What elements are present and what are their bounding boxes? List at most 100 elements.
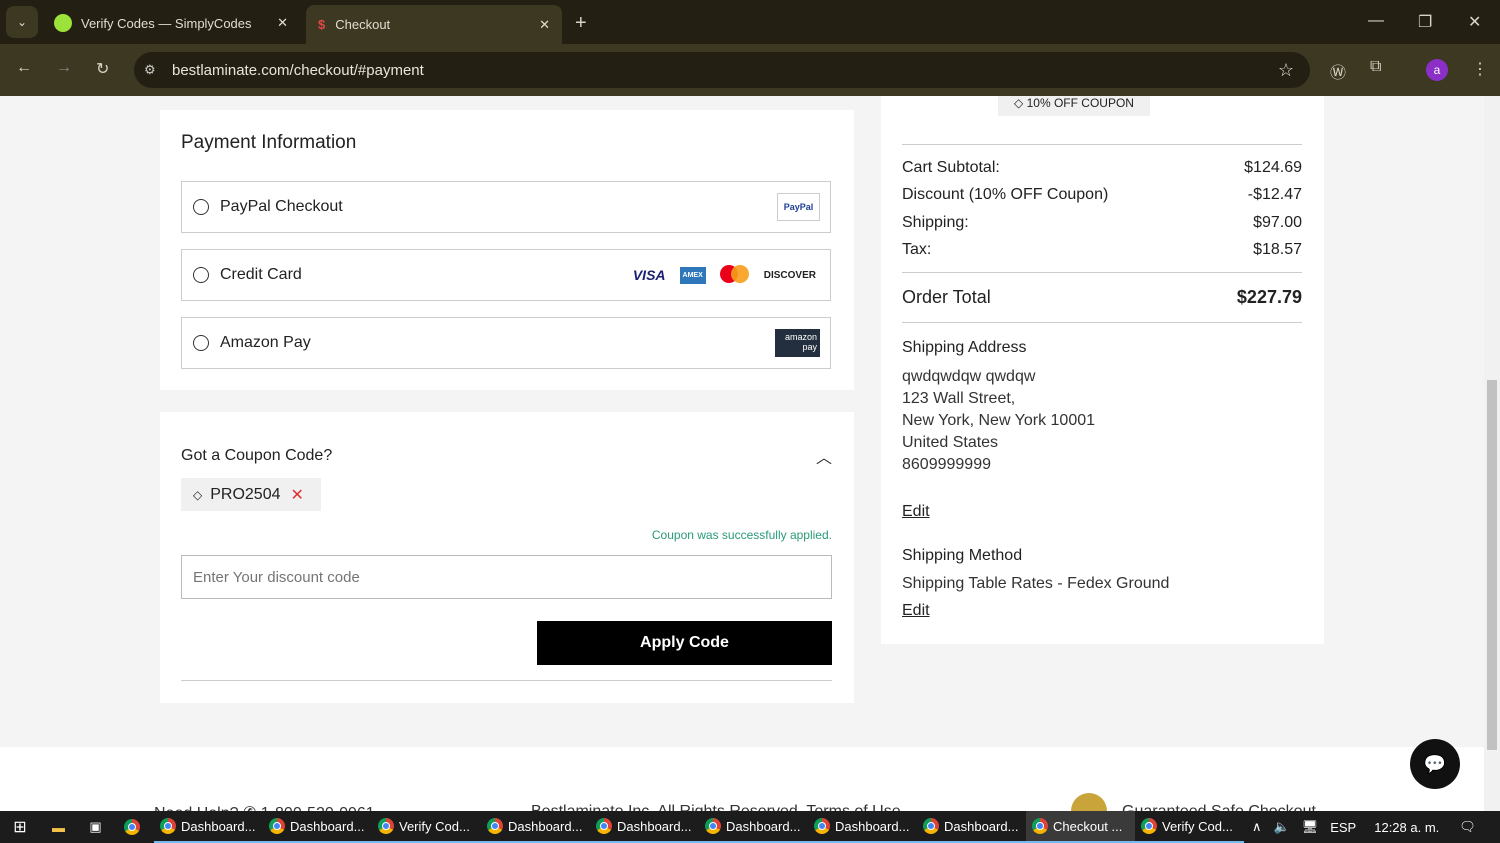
applied-coupon-chip: ◇ PRO2504 ✕	[181, 478, 321, 511]
footer: Need Help? ✆ 1-800-520-0961 Bestlaminate…	[0, 747, 1484, 811]
order-total-row: Order Total $227.79	[902, 287, 1302, 307]
network-icon[interactable]: 🖥	[1302, 819, 1319, 835]
summary-row: Discount (10% OFF Coupon) -$12.47	[902, 186, 1302, 203]
taskbar-item[interactable]: Dashboard...	[154, 811, 263, 843]
taskbar-item[interactable]: Dashboard...	[590, 811, 699, 843]
summary-row: Cart Subtotal: $124.69	[902, 159, 1302, 176]
minimize-icon[interactable]: —	[1368, 12, 1384, 30]
apply-code-button[interactable]: Apply Code	[537, 621, 832, 665]
tab-checkout[interactable]: $ Checkout ✕	[306, 5, 562, 44]
divider	[902, 272, 1302, 273]
scrollbar[interactable]	[1484, 96, 1500, 811]
close-window-icon[interactable]: ✕	[1468, 12, 1481, 32]
edit-shipping-link[interactable]: Edit	[902, 602, 930, 620]
remove-coupon-icon[interactable]: ✕	[291, 485, 304, 505]
file-explorer-icon[interactable]: ▬	[40, 820, 77, 835]
shipping-address: qwdqwdqw qwdqw 123 Wall Street, New York, …	[902, 368, 1096, 473]
new-tab-icon[interactable]: +	[575, 12, 587, 35]
amazon-pay-radio[interactable]	[193, 335, 209, 351]
coupon-badge: ◇ 10% OFF COUPON	[998, 96, 1150, 116]
paypal-option[interactable]: PayPal Checkout PayPal	[181, 181, 831, 233]
option-label: Amazon Pay	[220, 334, 311, 351]
footer-safe-checkout: Guaranteed Safe Checkout	[1122, 803, 1316, 811]
shipping-method: Shipping Table Rates - Fedex Ground	[902, 575, 1170, 592]
tab-strip: ⌄ Verify Codes — SimplyCodes ✕ $ Checkou…	[0, 0, 1500, 44]
option-label: PayPal Checkout	[220, 198, 343, 215]
taskbar-item[interactable]: Dashboard...	[263, 811, 372, 843]
amazon-pay-logo-icon: amazon pay	[775, 329, 820, 357]
coupon-title[interactable]: Got a Coupon Code?	[181, 447, 332, 465]
order-summary: ◇ 10% OFF COUPON Cart Subtotal: $124.69 D…	[881, 96, 1324, 644]
visa-logo-icon: VISA	[632, 267, 666, 283]
applied-coupon-code: PRO2504	[210, 485, 281, 503]
forward-icon[interactable]: →	[56, 59, 72, 77]
taskbar-item-active[interactable]: Checkout ...	[1026, 811, 1135, 843]
amex-logo-icon: AMEX	[679, 266, 706, 284]
divider	[902, 322, 1302, 323]
tab-title: Verify Codes — SimplyCodes	[81, 15, 252, 31]
tab-title: Checkout	[335, 17, 391, 32]
menu-icon[interactable]: ⋮	[1472, 59, 1488, 79]
url-text: bestlaminate.com/checkout/#payment	[172, 61, 424, 79]
store-icon[interactable]: ▣	[77, 819, 114, 835]
credit-card-option[interactable]: Credit Card VISA AMEX DISCOVER	[181, 249, 831, 301]
taskbar: ⊞ ▬ ▣ Dashboard... Dashboard... Verify C…	[0, 811, 1500, 843]
edit-address-link[interactable]: Edit	[902, 503, 930, 521]
footer-help[interactable]: Need Help? ✆ 1-800-520-0961	[154, 803, 375, 811]
credit-card-radio[interactable]	[193, 267, 209, 283]
payment-title: Payment Information	[181, 132, 357, 153]
tab-verify-codes[interactable]: Verify Codes — SimplyCodes ✕	[42, 6, 300, 40]
footer-rights: Bestlaminate Inc. All Rights Reserved. T…	[531, 803, 901, 811]
divider	[902, 144, 1302, 145]
taskbar-item[interactable]: Verify Cod...	[1135, 811, 1244, 843]
taskbar-item[interactable]: Dashboard...	[481, 811, 590, 843]
chrome-icon[interactable]	[114, 819, 154, 835]
volume-icon[interactable]: 🔈	[1274, 819, 1290, 835]
browser-toolbar: ← → ↻ ⚙ bestlaminate.com/checkout/#payme…	[0, 44, 1500, 96]
bookmark-star-icon[interactable]: ☆	[1278, 60, 1294, 81]
taskbar-item[interactable]: Dashboard...	[808, 811, 917, 843]
taskbar-item[interactable]: Verify Cod...	[372, 811, 481, 843]
address-bar[interactable]: ⚙ bestlaminate.com/checkout/#payment ☆	[134, 52, 1310, 88]
divider	[181, 680, 832, 681]
amazon-pay-option[interactable]: Amazon Pay amazon pay	[181, 317, 831, 369]
site-favicon-icon: $	[318, 17, 326, 32]
scrollbar-thumb[interactable]	[1487, 380, 1497, 750]
restore-icon[interactable]: ❐	[1418, 12, 1432, 32]
collapse-chevron-icon[interactable]: ︿	[816, 444, 832, 468]
tag-icon: ◇	[1014, 96, 1027, 110]
tag-icon: ◇	[193, 487, 203, 502]
tab-search-button[interactable]: ⌄	[6, 6, 38, 38]
simplycodes-icon	[54, 14, 72, 32]
site-info-icon[interactable]: ⚙	[144, 62, 156, 78]
close-tab-icon[interactable]: ✕	[277, 15, 288, 31]
summary-row: Tax: $18.57	[902, 241, 1302, 258]
paypal-logo-icon: PayPal	[777, 193, 820, 221]
extension-w-icon[interactable]: Ⓦ	[1330, 59, 1346, 83]
taskbar-item[interactable]: Dashboard...	[699, 811, 808, 843]
close-tab-icon[interactable]: ✕	[539, 17, 550, 33]
chat-button[interactable]: 💬	[1410, 739, 1460, 789]
shipping-method-title: Shipping Method	[902, 547, 1023, 564]
language-indicator[interactable]: ESP	[1330, 820, 1356, 835]
clock[interactable]: 12:28 a. m.	[1374, 820, 1439, 835]
coupon-success-message: Coupon was successfully applied.	[651, 528, 832, 542]
summary-row: Shipping: $97.00	[902, 214, 1302, 231]
discover-logo-icon: DISCOVER	[763, 269, 816, 281]
discount-code-input[interactable]	[181, 555, 832, 599]
coupon-section: Got a Coupon Code? ︿ ◇ PRO2504 ✕ Coupon …	[160, 412, 854, 703]
reload-icon[interactable]: ↻	[96, 59, 109, 79]
coupon-badge-label: 10% OFF COUPON	[1026, 96, 1134, 110]
option-label: Credit Card	[220, 266, 302, 283]
chat-icon: 💬	[1423, 754, 1447, 774]
tray-chevron-icon[interactable]: ∧	[1252, 819, 1262, 835]
notifications-icon[interactable]: 🗨	[1459, 819, 1476, 835]
back-icon[interactable]: ←	[16, 59, 32, 77]
extensions-puzzle-icon[interactable]: ⧉	[1370, 58, 1381, 76]
start-icon[interactable]: ⊞	[0, 817, 40, 837]
paypal-radio[interactable]	[193, 199, 209, 215]
shipping-address-title: Shipping Address	[902, 339, 1027, 356]
mastercard-logo-icon	[719, 265, 750, 285]
taskbar-item[interactable]: Dashboard...	[917, 811, 1026, 843]
profile-avatar[interactable]: a	[1426, 59, 1448, 81]
